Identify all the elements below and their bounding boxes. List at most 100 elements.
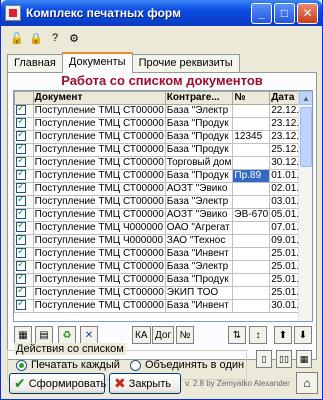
radio-dot-print-each[interactable] (16, 359, 27, 371)
column-header-document[interactable]: Документ (32, 91, 166, 105)
row-checkbox[interactable] (16, 300, 26, 311)
row-checkbox[interactable] (16, 248, 26, 259)
table-row[interactable]: Поступление ТМЦ СТ00000Торговый дом30.12… (14, 156, 312, 170)
table-row[interactable]: Поступление ТМЦ СТ00000База "Продук23.12… (14, 117, 312, 131)
radio-merge-one[interactable]: Объединять в один (130, 359, 244, 371)
table-row[interactable]: Поступление ТМЦ СТ00000База "ПродукПр.89… (14, 169, 312, 183)
cell-document[interactable]: Поступление ТМЦ СТ00000 (32, 195, 166, 209)
row-checkbox[interactable] (16, 222, 26, 233)
table-row[interactable]: Поступление ТМЦ СТ00000АОЗТ "ЭвикоЭВ-670… (14, 208, 312, 222)
row-checkbox[interactable] (16, 287, 26, 298)
minimize-button[interactable]: _ (251, 2, 272, 24)
row-checkbox-cell[interactable] (14, 286, 34, 300)
cell-contractor[interactable]: База "Электр (164, 195, 234, 209)
help-icon[interactable]: ? (47, 30, 63, 46)
lock-icon[interactable]: 🔒 (28, 30, 44, 46)
layout-one-icon[interactable]: ▯ (256, 350, 272, 368)
row-checkbox[interactable] (16, 170, 26, 181)
cell-document[interactable]: Поступление ТМЦ СТ00000 (32, 260, 166, 274)
cell-number[interactable]: ЭВ-670 (232, 208, 271, 222)
row-checkbox[interactable] (16, 118, 26, 129)
cell-document[interactable]: Поступление ТМЦ СТ00000 (32, 299, 166, 313)
row-checkbox[interactable] (16, 183, 26, 194)
cell-number[interactable]: 12345 (232, 130, 271, 144)
cell-number[interactable] (232, 247, 271, 261)
filter-contractor-button[interactable]: КА (132, 326, 151, 344)
table-row[interactable]: Поступление ТМЦ СТ00000База "Электр03.01… (14, 195, 312, 209)
cell-document[interactable]: Поступление ТМЦ СТ00000 (32, 130, 166, 144)
cell-document[interactable]: Поступление ТМЦ СТ00000 (32, 286, 166, 300)
cell-number[interactable] (232, 143, 271, 157)
column-header-check[interactable] (14, 91, 34, 105)
cell-document[interactable]: Поступление ТМЦ СТ00000 (32, 117, 166, 131)
cell-document[interactable]: Поступление ТМЦ СТ00000 (32, 208, 166, 222)
cell-contractor[interactable]: База "Продук (164, 117, 234, 131)
cell-number[interactable] (232, 117, 271, 131)
cell-document[interactable]: Поступление ТМЦ СТ00000 (32, 247, 166, 261)
row-checkbox[interactable] (16, 157, 26, 168)
column-header-contractor[interactable]: Контраге... (164, 91, 234, 105)
cell-contractor[interactable]: База "Продук (164, 169, 234, 183)
cell-number[interactable] (232, 221, 271, 235)
maximize-button[interactable]: □ (274, 2, 295, 24)
row-checkbox[interactable] (16, 144, 26, 155)
cell-contractor[interactable]: ЗАО "Технос (164, 234, 234, 248)
documents-grid[interactable]: Документ Контраге... № Дата Поступление … (13, 90, 313, 322)
close-window-button[interactable]: ✕ (297, 2, 318, 24)
row-checkbox-cell[interactable] (14, 221, 34, 235)
row-checkbox-cell[interactable] (14, 234, 34, 248)
select-all-icon[interactable]: ▦ (14, 326, 32, 344)
arrow-up-icon[interactable]: ⬆ (274, 326, 292, 344)
cell-number[interactable] (232, 182, 271, 196)
cell-document[interactable]: Поступление ТМЦ Ч000000 (32, 221, 166, 235)
sort-icon[interactable]: ↕ (249, 326, 267, 344)
table-row[interactable]: Поступление ТМЦ СТ00000ЭКИП ТОО25.01.0 (14, 286, 312, 300)
cell-document[interactable]: Поступление ТМЦ Ч000000 (32, 234, 166, 248)
cell-contractor[interactable]: Торговый дом (164, 156, 234, 170)
cell-document[interactable]: Поступление ТМЦ СТ00000 (32, 182, 166, 196)
table-row[interactable]: Поступление ТМЦ СТ00000База "Продук12345… (14, 130, 312, 144)
row-checkbox-cell[interactable] (14, 273, 34, 287)
cell-document[interactable]: Поступление ТМЦ СТ00000 (32, 169, 166, 183)
row-checkbox-cell[interactable] (14, 130, 34, 144)
row-checkbox-cell[interactable] (14, 182, 34, 196)
layout-two-icon[interactable]: ▯▯ (276, 350, 292, 368)
table-row[interactable]: Поступление ТМЦ Ч000000ЗАО "Технос09.01.… (14, 234, 312, 248)
cell-contractor[interactable]: База "Инвент (164, 299, 234, 313)
scroll-thumb[interactable] (300, 107, 312, 167)
deselect-all-icon[interactable]: ▤ (35, 326, 53, 344)
table-row[interactable]: Поступление ТМЦ СТ00000База "Электр25.01… (14, 260, 312, 274)
row-checkbox[interactable] (16, 261, 26, 272)
row-checkbox-cell[interactable] (14, 260, 34, 274)
cell-contractor[interactable]: База "Электр (164, 260, 234, 274)
cell-number[interactable] (232, 273, 271, 287)
cell-document[interactable]: Поступление ТМЦ СТ00000 (32, 273, 166, 287)
move-icon[interactable]: ⇅ (228, 326, 246, 344)
row-checkbox[interactable] (16, 274, 26, 285)
cell-document[interactable]: Поступление ТМЦ СТ00000 (32, 143, 166, 157)
row-checkbox[interactable] (16, 209, 26, 220)
table-row[interactable]: Поступление ТМЦ СТ00000База "Электр22.12… (14, 104, 312, 118)
cell-number[interactable] (232, 286, 271, 300)
lock-open-icon[interactable]: 🔓 (9, 30, 25, 46)
cell-number[interactable] (232, 195, 271, 209)
cell-number[interactable] (232, 156, 271, 170)
row-checkbox-cell[interactable] (14, 208, 34, 222)
row-checkbox[interactable] (16, 105, 26, 116)
table-row[interactable]: Поступление ТМЦ СТ00000АОЗТ "Эвико02.01.… (14, 182, 312, 196)
tab-main[interactable]: Главная (7, 54, 63, 72)
row-checkbox[interactable] (16, 235, 26, 246)
table-row[interactable]: Поступление ТМЦ СТ00000База "Продук25.12… (14, 143, 312, 157)
row-checkbox-cell[interactable] (14, 195, 34, 209)
delete-icon[interactable]: ✕ (80, 326, 98, 344)
cell-contractor[interactable]: АОЗТ "Эвико (164, 208, 234, 222)
row-checkbox[interactable] (16, 131, 26, 142)
cell-document[interactable]: Поступление ТМЦ СТ00000 (32, 104, 166, 118)
form-button[interactable]: ✔ Сформировать (9, 373, 106, 394)
row-checkbox-cell[interactable] (14, 169, 34, 183)
row-checkbox-cell[interactable] (14, 299, 34, 313)
cell-document[interactable]: Поступление ТМЦ СТ00000 (32, 156, 166, 170)
cell-number[interactable] (232, 299, 271, 313)
table-row[interactable]: Поступление ТМЦ Ч000000ОАО "Агрегат07.01… (14, 221, 312, 235)
layout-grid-icon[interactable]: ▦ (296, 350, 312, 368)
